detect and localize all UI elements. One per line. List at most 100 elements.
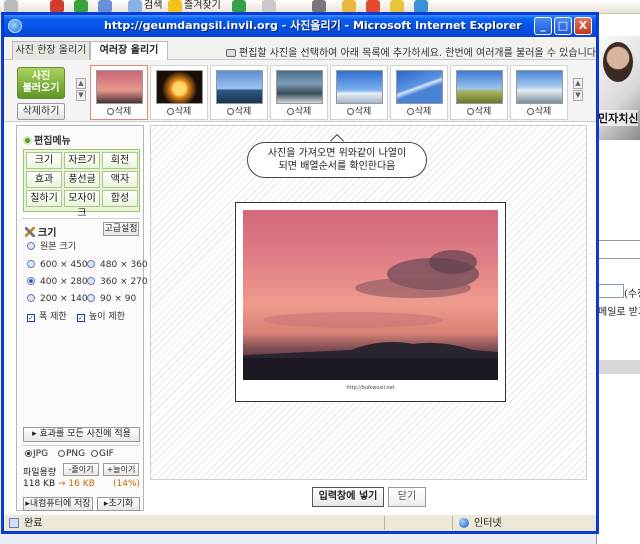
size-radio-360x270[interactable]: 360 × 270 xyxy=(87,277,148,288)
preview-canvas[interactable]: 사진을 가져오면 위와같이 나열이 되면 배열순서를 확인한다음 http://… xyxy=(150,125,587,480)
thumbnail-item[interactable]: 삭제 xyxy=(150,65,208,120)
thumbnail-item[interactable]: 삭제 xyxy=(510,65,568,120)
format-radio-jpg[interactable]: JPG xyxy=(25,449,48,460)
menu-rotate-button[interactable]: 회전 xyxy=(102,152,138,169)
background-input[interactable] xyxy=(598,284,624,298)
thumbnail-delete[interactable]: 삭제 xyxy=(151,107,207,117)
thumbnail-image[interactable] xyxy=(516,70,563,104)
mail-icon[interactable] xyxy=(262,0,276,13)
tab-single-upload[interactable]: 사진 한장 올리기 xyxy=(12,41,90,60)
thumbnail-delete[interactable]: 삭제 xyxy=(391,107,447,117)
width-limit-checkbox[interactable]: ✓ 폭 제한 xyxy=(27,312,67,323)
research-icon[interactable] xyxy=(414,0,428,13)
save-to-pc-button[interactable]: ▸내컴퓨터에 저장 xyxy=(23,497,93,511)
resize-icon xyxy=(25,227,35,237)
increase-quality-button[interactable]: +늘이기 xyxy=(103,463,139,476)
menu-effect-button[interactable]: 효과 xyxy=(26,171,62,188)
scroll-left-down-icon[interactable]: ▼ xyxy=(76,90,86,101)
size-option-label: 360 × 270 xyxy=(100,277,148,287)
reset-button[interactable]: ▸초기화 xyxy=(97,497,140,511)
media-icon[interactable] xyxy=(232,0,246,13)
edit-icon[interactable] xyxy=(342,0,356,13)
format-radio-gif[interactable]: GIF xyxy=(91,449,114,460)
size-option-label: 90 × 90 xyxy=(100,294,137,304)
thumbnail-image[interactable] xyxy=(96,70,143,104)
thumbnail-image[interactable] xyxy=(336,70,383,104)
stop-icon[interactable] xyxy=(50,0,64,13)
zone-text: 인터넷 xyxy=(474,518,502,529)
decrease-quality-button[interactable]: -줄이기 xyxy=(63,463,99,476)
back-icon[interactable] xyxy=(4,0,18,13)
format-label: GIF xyxy=(99,449,114,459)
thumbnail-delete[interactable]: 삭제 xyxy=(331,107,387,117)
edit-panel: 편집메뉴 크기 자르기 회전 효과 풍선글 액자 칠하기 모자이크 합성 크기 … xyxy=(16,125,148,511)
messenger-icon[interactable] xyxy=(366,0,380,13)
scroll-left-up-icon[interactable]: ▲ xyxy=(76,78,86,89)
load-photos-button[interactable]: 사진 불러오기 xyxy=(17,67,65,99)
thumbnail-delete[interactable]: 삭제 xyxy=(451,107,507,117)
menu-composite-button[interactable]: 합성 xyxy=(102,190,138,207)
ie-icon xyxy=(8,19,22,33)
photo-upload-window: http://geumdangsil.invil.org - 사진올리기 - M… xyxy=(3,14,599,532)
thumbnail-delete[interactable]: 삭제 xyxy=(271,107,327,117)
close-button[interactable]: 닫기 xyxy=(388,487,426,507)
size-radio-600x450[interactable]: 600 × 450 xyxy=(27,260,88,271)
thumbnail-delete-label: 삭제 xyxy=(414,107,432,117)
size-radio-200x140[interactable]: 200 × 140 xyxy=(27,294,88,305)
apply-all-button[interactable]: ▸ 효과를 모든 사진에 적용 xyxy=(23,427,140,442)
sunset-photo xyxy=(243,250,498,380)
thumbnail-image[interactable] xyxy=(396,70,443,104)
menu-paint-button[interactable]: 칠하기 xyxy=(26,190,62,207)
menu-resize-button[interactable]: 크기 xyxy=(26,152,62,169)
thumbnail-item[interactable]: 삭제 xyxy=(210,65,268,120)
home-icon[interactable] xyxy=(98,0,112,13)
print-icon[interactable] xyxy=(312,0,326,13)
tab-multi-upload[interactable]: 여러장 올리기 xyxy=(90,41,168,61)
thumbnail-delete[interactable]: 삭제 xyxy=(91,107,147,117)
size-radio-90x90[interactable]: 90 × 90 xyxy=(87,294,136,305)
format-label: PNG xyxy=(66,449,86,459)
thumbnail-image[interactable] xyxy=(216,70,263,104)
minimize-button[interactable]: _ xyxy=(534,17,552,35)
size-radio-480x360[interactable]: 480 × 360 xyxy=(87,260,148,271)
menu-mosaic-button[interactable]: 모자이크 xyxy=(64,190,100,219)
thumbnail-item[interactable]: 삭제 xyxy=(450,65,508,120)
thumbnail-delete[interactable]: 삭제 xyxy=(211,107,267,117)
thumbnail-item[interactable]: 삭제 xyxy=(330,65,388,120)
maximize-button[interactable]: □ xyxy=(554,17,572,35)
size-radio-original[interactable]: 원본 크기 xyxy=(27,242,76,253)
thumbnail-image[interactable] xyxy=(456,70,503,104)
file-size-label: 파일용량 xyxy=(23,468,57,478)
load-photos-label: 사진 xyxy=(31,71,51,82)
thumbnail-item[interactable]: 삭제 xyxy=(390,65,448,120)
favorites-icon[interactable] xyxy=(168,0,182,13)
insert-button[interactable]: 입력창에 넣기 xyxy=(312,487,384,507)
menu-frame-button[interactable]: 액자 xyxy=(102,171,138,188)
title-bar[interactable]: http://geumdangsil.invil.org - 사진올리기 - M… xyxy=(4,15,596,37)
reset-label: 초기화 xyxy=(108,499,134,509)
thumbnail-image[interactable] xyxy=(276,70,323,104)
advanced-settings-button[interactable]: 고급설정 xyxy=(103,222,139,236)
delete-photos-button[interactable]: 삭제하기 xyxy=(17,103,65,120)
size-section-title: 크기 xyxy=(25,224,56,239)
preview-photo[interactable] xyxy=(243,210,498,380)
internet-zone-icon xyxy=(459,518,469,528)
thumbnail-item[interactable]: 삭제 xyxy=(90,65,148,120)
search-label[interactable]: 검색 xyxy=(144,0,162,12)
menu-balloon-button[interactable]: 풍선글 xyxy=(64,171,100,188)
refresh-icon[interactable] xyxy=(74,0,88,13)
thumbnail-image[interactable] xyxy=(156,70,203,104)
format-label: JPG xyxy=(33,449,49,459)
size-radio-400x280[interactable]: 400 × 280 xyxy=(27,277,88,288)
scroll-right-up-icon[interactable]: ▲ xyxy=(573,78,583,89)
format-radio-png[interactable]: PNG xyxy=(58,449,85,460)
folder-icon[interactable] xyxy=(390,0,404,13)
menu-crop-button[interactable]: 자르기 xyxy=(64,152,100,169)
scroll-right-down-icon[interactable]: ▼ xyxy=(573,90,583,101)
height-limit-checkbox[interactable]: ✓ 높이 제한 xyxy=(77,312,125,323)
favorites-label[interactable]: 즐겨찾기 xyxy=(184,0,221,12)
search-icon[interactable] xyxy=(128,0,142,13)
thumbnail-item[interactable]: 삭제 xyxy=(270,65,328,120)
close-window-button[interactable]: X xyxy=(574,17,592,35)
thumbnail-delete[interactable]: 삭제 xyxy=(511,107,567,117)
